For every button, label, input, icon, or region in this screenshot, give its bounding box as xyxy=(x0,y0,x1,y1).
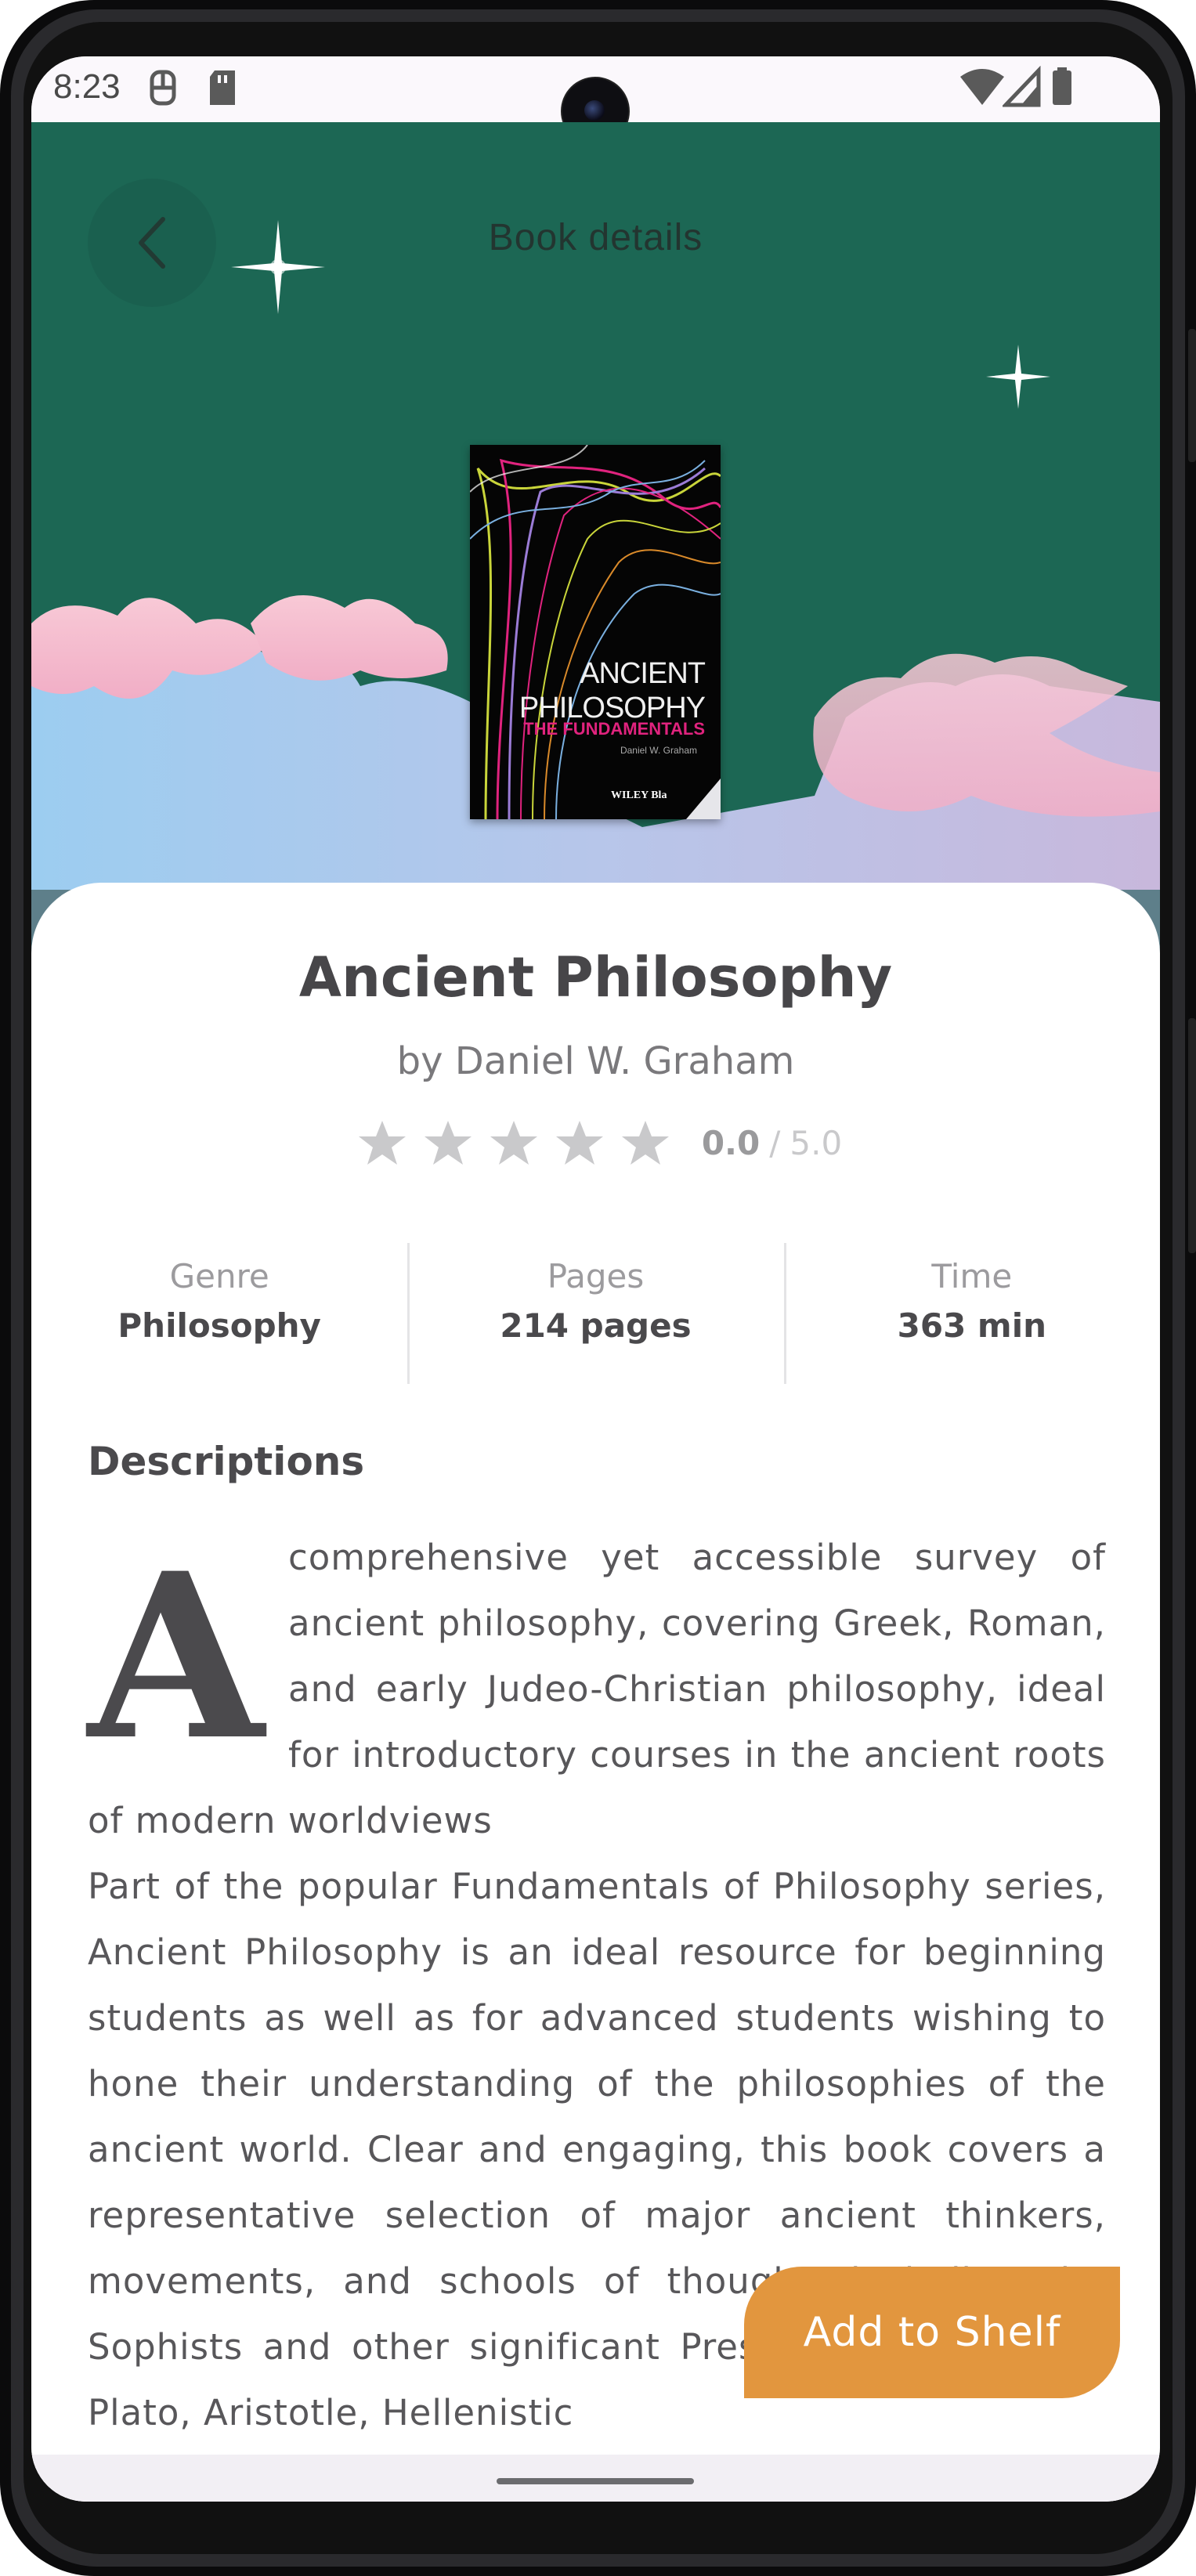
details-sheet: Ancient Philosophy by Daniel W. Graham 0… xyxy=(31,883,1160,2502)
battery-icon xyxy=(1050,66,1075,113)
stat-pages: Pages 214 pages xyxy=(407,1243,783,1384)
sparkle-icon xyxy=(986,345,1050,409)
home-gesture-handle[interactable] xyxy=(497,2478,694,2484)
star-icon xyxy=(555,1121,603,1165)
stat-value: 363 min xyxy=(897,1306,1046,1345)
screen: 8:23 Book details ANCIENT PHILOSOPHY THE… xyxy=(31,56,1160,2502)
rating: 0.0 / 5.0 xyxy=(31,1118,1160,1168)
star-icon xyxy=(490,1121,537,1165)
drop-cap: A xyxy=(88,1524,266,1790)
rating-separator: / xyxy=(769,1123,781,1162)
stat-label: Pages xyxy=(547,1257,645,1295)
sparkle-icon xyxy=(231,220,325,314)
rating-max: 5.0 xyxy=(790,1123,843,1162)
stat-time: Time 363 min xyxy=(783,1243,1160,1384)
cover-subtitle: THE FUNDAMENTALS xyxy=(523,719,705,739)
star-icon xyxy=(358,1121,406,1165)
page-title: Book details xyxy=(488,217,703,258)
system-nav-bar xyxy=(31,2455,1160,2502)
cover-art xyxy=(470,445,721,819)
stat-label: Genre xyxy=(169,1257,269,1295)
star-icon xyxy=(621,1121,669,1165)
wifi-icon xyxy=(959,66,1006,113)
notification-icon xyxy=(146,66,180,113)
sd-card-icon xyxy=(205,66,240,113)
rating-value: 0.0 xyxy=(701,1123,761,1162)
volume-button xyxy=(1188,1018,1196,1253)
cover-author: Daniel W. Graham xyxy=(620,745,697,756)
book-stats: Genre Philosophy Pages 214 pages Time 36… xyxy=(31,1243,1160,1384)
stat-genre: Genre Philosophy xyxy=(31,1243,407,1384)
star-icon xyxy=(424,1121,472,1165)
book-author: by Daniel W. Graham xyxy=(396,1039,795,1083)
signal-icon xyxy=(1001,65,1042,113)
cover-title: ANCIENT PHILOSOPHY xyxy=(519,657,706,724)
book-cover: ANCIENT PHILOSOPHY THE FUNDAMENTALS Danie… xyxy=(470,445,721,819)
cover-publisher: WILEY Bla xyxy=(611,789,667,801)
descriptions-heading: Descriptions xyxy=(88,1439,365,1484)
device-frame: 8:23 Book details ANCIENT PHILOSOPHY THE… xyxy=(0,0,1196,2576)
status-time: 8:23 xyxy=(53,67,121,106)
book-title: Ancient Philosophy xyxy=(298,945,893,1010)
power-button xyxy=(1188,329,1196,462)
stat-label: Time xyxy=(931,1257,1013,1295)
add-to-shelf-button[interactable]: Add to Shelf xyxy=(744,2267,1120,2398)
hero-header: Book details ANCIENT PHILOSOPHY THE FUND… xyxy=(31,122,1160,984)
cover-page-curl xyxy=(686,779,721,819)
stat-value: Philosophy xyxy=(117,1306,321,1345)
stat-value: 214 pages xyxy=(500,1306,692,1345)
